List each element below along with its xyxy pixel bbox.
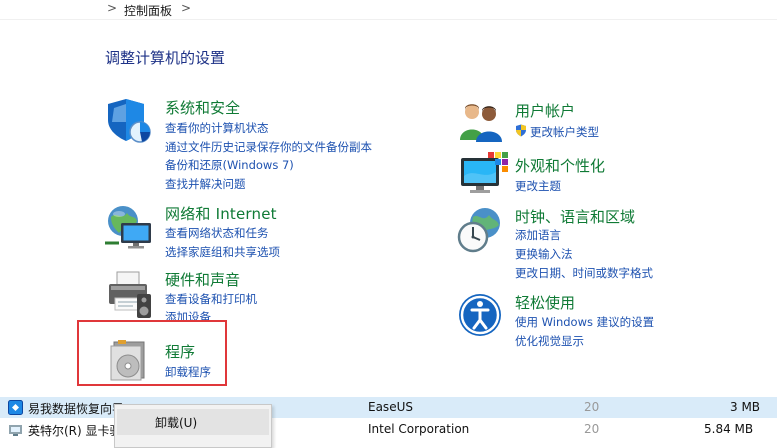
clock-globe-icon[interactable]	[455, 205, 505, 255]
breadcrumb-control-panel[interactable]: 控制面板	[124, 2, 172, 19]
program-install-date: 20	[584, 400, 600, 414]
breadcrumb-chevron[interactable]: >	[181, 1, 191, 15]
shield-icon[interactable]	[104, 96, 152, 144]
category-hardware-sound[interactable]: 硬件和声音	[165, 269, 240, 290]
link-troubleshoot[interactable]: 查找并解决问题	[165, 176, 246, 192]
link-file-history[interactable]: 通过文件历史记录保存你的文件备份副本	[165, 139, 372, 155]
easeus-app-icon	[8, 400, 23, 415]
category-system-security[interactable]: 系统和安全	[165, 97, 240, 118]
printer-speaker-icon[interactable]	[103, 268, 155, 320]
appearance-monitor-icon[interactable]	[458, 152, 508, 198]
program-publisher: EaseUS	[368, 400, 413, 414]
program-size: 3 MB	[730, 400, 761, 414]
link-optimize-display[interactable]: 优化视觉显示	[515, 333, 584, 349]
ease-of-access-icon[interactable]	[457, 292, 503, 338]
link-homegroup[interactable]: 选择家庭组和共享选项	[165, 244, 280, 260]
program-name: 英特尔(R) 显卡驱	[28, 424, 122, 438]
link-view-computer-status[interactable]: 查看你的计算机状态	[165, 120, 269, 136]
program-name: 易我数据恢复向导	[28, 402, 125, 416]
context-menu: 卸载(U)	[114, 404, 272, 448]
link-change-input-method[interactable]: 更换输入法	[515, 246, 573, 262]
page-title: 调整计算机的设置	[105, 49, 226, 67]
link-devices-printers[interactable]: 查看设备和打印机	[165, 291, 257, 307]
user-accounts-icon[interactable]	[458, 100, 504, 142]
context-menu-uninstall-label: 卸载(U)	[155, 416, 198, 430]
breadcrumb-separator[interactable]: >	[107, 1, 117, 15]
programs-highlight-box	[77, 320, 227, 386]
control-panel-window: > 控制面板 > 调整计算机的设置 系统和安全 查看你的计算机状态 通过文件历史…	[0, 0, 777, 448]
category-network[interactable]: 网络和 Internet	[165, 203, 277, 224]
link-network-status[interactable]: 查看网络状态和任务	[165, 225, 269, 241]
link-add-language[interactable]: 添加语言	[515, 227, 561, 243]
category-user-accounts[interactable]: 用户帐户	[515, 100, 575, 121]
context-menu-uninstall[interactable]: 卸载(U)	[117, 409, 269, 435]
program-install-date: 20	[584, 422, 600, 436]
program-size: 5.84 MB	[704, 422, 754, 436]
address-bar: > 控制面板 >	[0, 0, 777, 20]
link-change-theme[interactable]: 更改主题	[515, 178, 561, 194]
uac-shield-icon	[516, 124, 526, 137]
category-clock-region[interactable]: 时钟、语言和区域	[515, 206, 635, 227]
intel-driver-icon	[9, 425, 22, 436]
category-ease-of-access[interactable]: 轻松使用	[515, 292, 575, 313]
link-change-account-type[interactable]: 更改帐户类型	[530, 124, 599, 140]
program-publisher: Intel Corporation	[368, 422, 470, 436]
link-recommended-settings[interactable]: 使用 Windows 建议的设置	[515, 314, 654, 330]
network-globe-icon[interactable]	[103, 203, 155, 251]
category-appearance[interactable]: 外观和个性化	[515, 155, 605, 176]
link-change-date-format[interactable]: 更改日期、时间或数字格式	[515, 265, 653, 281]
link-backup-restore[interactable]: 备份和还原(Windows 7)	[165, 157, 294, 173]
